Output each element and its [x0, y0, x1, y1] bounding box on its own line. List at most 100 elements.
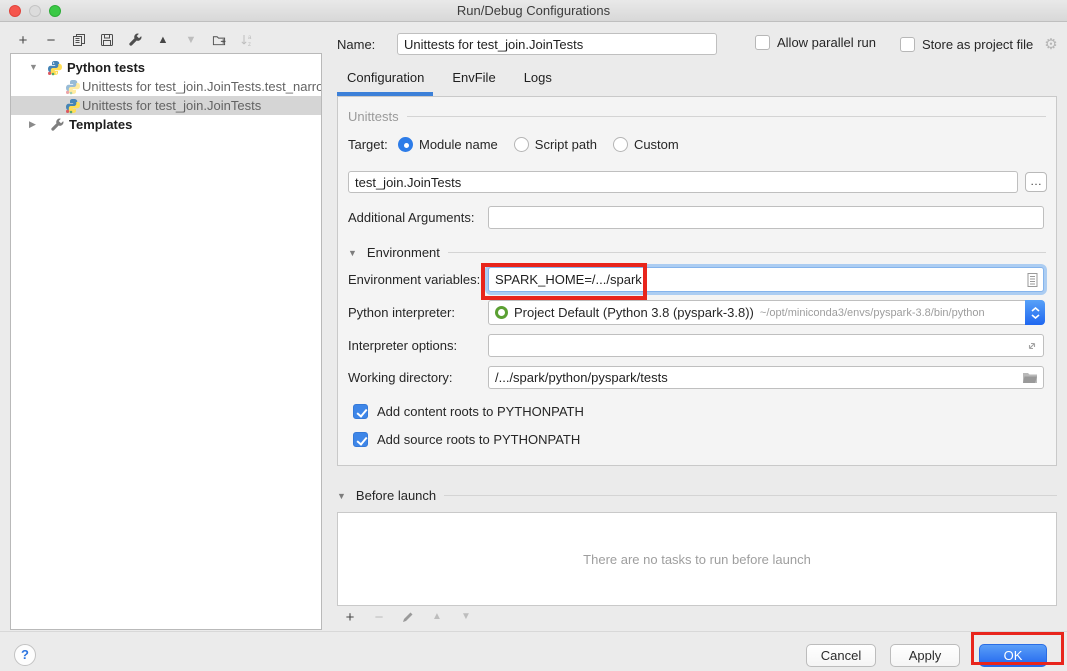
radio-label: Script path [535, 137, 597, 152]
tree-item-unittests-test-narrow[interactable]: Unittests for test_join.JoinTests.test_n… [11, 77, 321, 96]
svg-text:z: z [248, 42, 251, 47]
cancel-button[interactable]: Cancel [806, 644, 876, 667]
name-input[interactable] [397, 33, 717, 55]
ok-button[interactable]: OK [979, 644, 1047, 667]
store-as-project-file-checkbox[interactable]: Store as project file ⚙ [900, 35, 1058, 53]
tab-configuration[interactable]: Configuration [347, 70, 424, 91]
new-folder-button[interactable] [211, 32, 227, 48]
checkbox-box[interactable] [353, 404, 368, 419]
divider [444, 495, 1057, 496]
configurations-tree: ▼ Python tests Unittests for test_joi [10, 53, 322, 630]
python-interpreter-row: Python interpreter: Project Default (Pyt… [348, 300, 1044, 325]
configurations-toolbar: + − ▲ ▼ [15, 31, 255, 49]
add-task-button[interactable]: + [342, 609, 358, 625]
environment-section-header[interactable]: ▼ Environment [348, 245, 1046, 260]
checkbox-label: Allow parallel run [777, 35, 876, 50]
radio-script-path[interactable]: Script path [514, 137, 597, 152]
tree-item-unittests-jointests-selected[interactable]: Unittests for test_join.JoinTests [11, 96, 321, 115]
radio-button[interactable] [398, 137, 413, 152]
divider [448, 252, 1046, 253]
working-directory-label: Working directory: [348, 370, 488, 385]
target-label: Target: [348, 137, 398, 152]
collapse-icon[interactable]: ▼ [337, 491, 346, 501]
environment-variables-row: Environment variables: [348, 267, 1044, 292]
radio-button[interactable] [613, 137, 628, 152]
copy-icon [72, 33, 86, 47]
browse-module-button[interactable]: … [1025, 172, 1047, 192]
move-up-button[interactable]: ▲ [155, 32, 171, 48]
configuration-panel: Unittests Target: Module name Script pat… [337, 96, 1057, 466]
minimize-button[interactable] [29, 5, 41, 17]
move-task-down-button[interactable]: ▼ [458, 609, 474, 625]
python-test-config-icon [65, 77, 81, 96]
move-task-up-button[interactable]: ▲ [429, 609, 445, 625]
working-directory-input[interactable] [488, 366, 1044, 389]
move-down-button[interactable]: ▼ [183, 32, 199, 48]
empty-tasks-message: There are no tasks to run before launch [583, 552, 811, 567]
wrench-icon [128, 33, 142, 47]
footer-divider [0, 631, 1067, 632]
save-configuration-button[interactable] [99, 32, 115, 48]
folder-icon[interactable] [1022, 372, 1038, 384]
tree-item-label: Python tests [67, 58, 145, 77]
before-launch-header[interactable]: ▼ Before launch [337, 488, 1057, 503]
remove-task-button[interactable]: − [371, 609, 387, 625]
tab-envfile[interactable]: EnvFile [452, 70, 495, 91]
checkbox-box[interactable] [755, 35, 770, 50]
edit-variables-icon[interactable] [1027, 273, 1038, 287]
expand-field-icon[interactable] [1026, 340, 1038, 352]
interpreter-value: Project Default (Python 3.8 (pyspark-3.8… [514, 305, 754, 320]
target-row: Target: Module name Script path Custom [348, 137, 695, 152]
radio-custom[interactable]: Custom [613, 137, 679, 152]
content-roots-checkbox[interactable]: Add content roots to PYTHONPATH [353, 404, 584, 419]
tab-logs[interactable]: Logs [524, 70, 552, 91]
help-button[interactable]: ? [14, 644, 36, 666]
checkbox-label: Add content roots to PYTHONPATH [377, 404, 584, 419]
working-directory-row: Working directory: [348, 365, 1044, 390]
checkbox-box[interactable] [900, 37, 915, 52]
remove-configuration-button[interactable]: − [43, 32, 59, 48]
environment-variables-input[interactable] [488, 267, 1044, 292]
pencil-icon [401, 610, 415, 624]
apply-button[interactable]: Apply [890, 644, 960, 667]
interpreter-options-label: Interpreter options: [348, 338, 488, 353]
radio-button[interactable] [514, 137, 529, 152]
checkbox-label: Store as project file [922, 37, 1033, 52]
expand-icon[interactable]: ▶ [29, 115, 36, 134]
tree-item-templates[interactable]: ▶ Templates [11, 115, 321, 134]
divider [407, 116, 1046, 117]
additional-arguments-label: Additional Arguments: [348, 210, 488, 225]
gear-icon[interactable]: ⚙ [1044, 35, 1057, 53]
group-label: Unittests [348, 109, 399, 124]
add-configuration-button[interactable]: + [15, 32, 31, 48]
interpreter-options-row: Interpreter options: [348, 333, 1044, 358]
tree-item-python-tests[interactable]: ▼ Python tests [11, 58, 321, 77]
interpreter-path: ~/opt/miniconda3/envs/pyspark-3.8/bin/py… [760, 307, 985, 319]
radio-module-name[interactable]: Module name [398, 137, 498, 152]
conda-env-icon [495, 306, 508, 319]
module-name-input[interactable] [348, 171, 1018, 193]
close-button[interactable] [9, 5, 21, 17]
edit-task-button[interactable] [400, 609, 416, 625]
python-interpreter-label: Python interpreter: [348, 305, 488, 320]
chevron-up-down-icon[interactable] [1025, 300, 1045, 325]
window-title: Run/Debug Configurations [0, 0, 1067, 21]
copy-configuration-button[interactable] [71, 32, 87, 48]
interpreter-options-input[interactable] [488, 334, 1044, 357]
edit-templates-button[interactable] [127, 32, 143, 48]
expand-collapse-icon[interactable]: ▼ [29, 58, 38, 77]
collapse-icon[interactable]: ▼ [348, 248, 357, 258]
allow-parallel-run-checkbox[interactable]: Allow parallel run [755, 35, 876, 50]
zoom-button[interactable] [49, 5, 61, 17]
python-interpreter-select[interactable]: Project Default (Python 3.8 (pyspark-3.8… [488, 300, 1044, 325]
tasks-toolbar: + − ▲ ▼ [342, 609, 474, 625]
tab-bar: Configuration EnvFile Logs [347, 70, 552, 91]
environment-variables-label: Environment variables: [348, 272, 488, 287]
additional-arguments-input[interactable] [488, 206, 1044, 229]
sort-configurations-button[interactable]: a z [239, 32, 255, 48]
name-label: Name: [337, 37, 375, 52]
python-test-config-icon [65, 96, 81, 115]
source-roots-checkbox[interactable]: Add source roots to PYTHONPATH [353, 432, 580, 447]
checkbox-box[interactable] [353, 432, 368, 447]
radio-label: Module name [419, 137, 498, 152]
